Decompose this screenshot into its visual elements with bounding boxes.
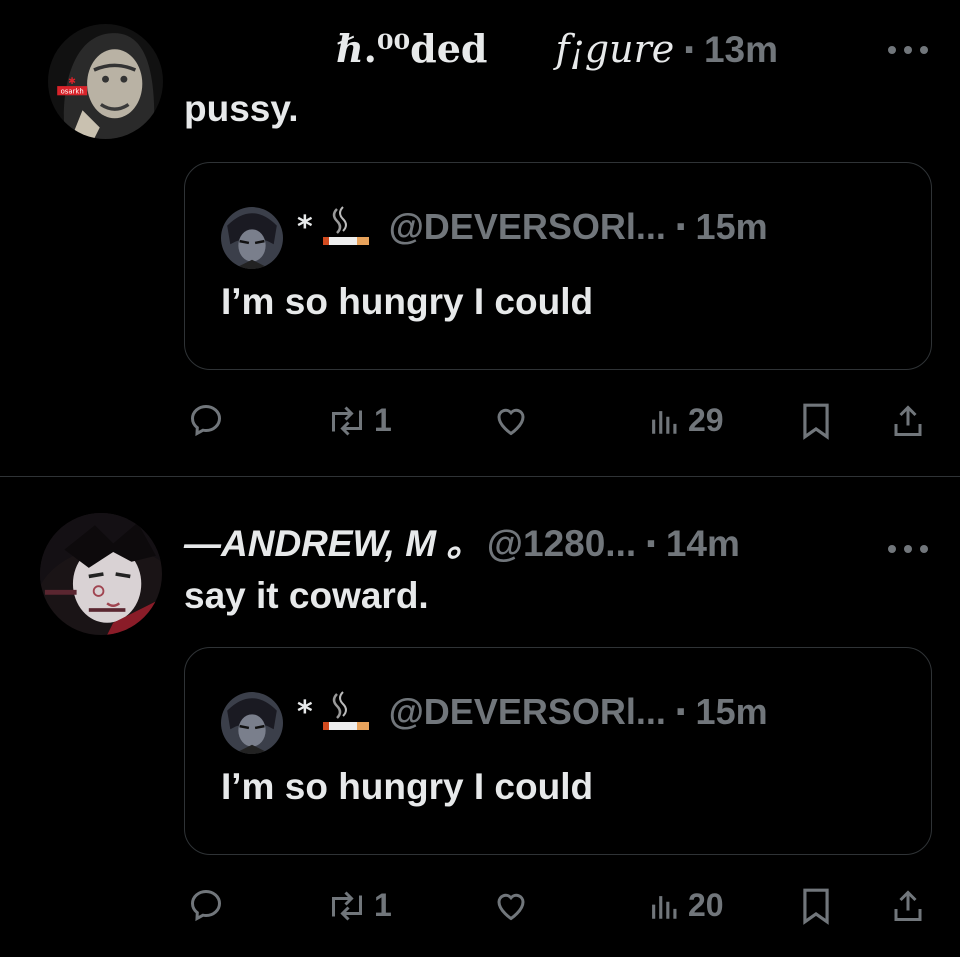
views-count: 20 <box>688 887 724 923</box>
separator-dot: · <box>673 206 688 248</box>
avatar[interactable] <box>40 513 162 635</box>
views-button[interactable]: 20 <box>648 887 724 924</box>
quoted-text: I’m so hungry I could <box>221 281 594 322</box>
separator-dot: · <box>673 691 688 733</box>
display-name[interactable]: —ANDREW, M ｡ <box>184 513 465 567</box>
bookmark-button[interactable] <box>800 402 832 440</box>
heart-icon <box>497 408 525 436</box>
post-1[interactable]: osarkh ✱ ℏ.⁰⁰ded f¡gure · 13m pussy. * @… <box>0 0 960 476</box>
action-bar: 1 20 <box>0 887 960 937</box>
quoted-name-prefix: * <box>297 694 313 730</box>
quoted-time[interactable]: 15m <box>696 206 768 248</box>
cigarette-emoji-icon <box>322 690 373 734</box>
quoted-header: * @DEVERSORl... · 15m <box>297 205 768 249</box>
share-icon <box>894 405 922 436</box>
repost-count: 1 <box>374 887 392 923</box>
reply-icon <box>190 404 222 437</box>
bookmark-icon <box>803 403 829 440</box>
display-name[interactable]: ℏ.⁰⁰ded <box>336 26 487 71</box>
repost-icon <box>332 405 362 436</box>
quoted-name-prefix: * <box>297 209 313 245</box>
quoted-time[interactable]: 15m <box>696 691 768 733</box>
quoted-avatar-image <box>221 692 283 754</box>
post-header: —ANDREW, M ｡ @1280... · 14m <box>184 513 740 567</box>
repost-count: 1 <box>374 402 392 438</box>
repost-icon <box>332 890 362 921</box>
views-icon <box>652 895 677 919</box>
separator-dot: · <box>682 30 696 71</box>
quoted-header: * @DEVERSORl... · 15m <box>297 690 768 734</box>
more-icon[interactable] <box>886 529 930 562</box>
hooded-figure-avatar-image: osarkh ✱ <box>48 24 163 139</box>
avatar-text: osarkh <box>61 88 84 96</box>
repost-button[interactable]: 1 <box>326 402 392 439</box>
quoted-avatar-image <box>221 207 283 269</box>
anime-character-avatar-image <box>40 513 162 635</box>
bookmark-button[interactable] <box>800 887 832 925</box>
like-button[interactable] <box>492 887 536 923</box>
svg-text:✱: ✱ <box>68 76 76 87</box>
reply-button[interactable] <box>188 887 230 923</box>
avatar[interactable]: osarkh ✱ <box>48 24 163 139</box>
quoted-avatar[interactable] <box>221 207 283 269</box>
reply-icon <box>190 889 222 922</box>
post-header: ℏ.⁰⁰ded f¡gure · 13m <box>336 26 778 71</box>
action-bar: 1 29 <box>0 402 960 452</box>
bookmark-icon <box>803 888 829 925</box>
post-time[interactable]: 14m <box>666 523 740 565</box>
separator-dot: · <box>644 524 658 565</box>
repost-button[interactable]: 1 <box>326 887 392 924</box>
share-icon <box>894 890 922 921</box>
views-button[interactable]: 29 <box>648 402 724 439</box>
quoted-post[interactable]: * @DEVERSORl... · 15m I’m so hungry I co… <box>184 647 932 855</box>
views-icon <box>652 410 677 434</box>
display-name-part-2[interactable]: f¡gure <box>555 27 674 71</box>
share-button[interactable] <box>890 887 926 925</box>
post-2[interactable]: —ANDREW, M ｡ @1280... · 14m say it cowar… <box>0 477 960 957</box>
share-button[interactable] <box>890 402 926 440</box>
quoted-text: I’m so hungry I could <box>221 766 594 807</box>
more-icon[interactable] <box>886 30 930 63</box>
quoted-handle[interactable]: @DEVERSORl... <box>389 206 666 248</box>
quoted-avatar[interactable] <box>221 692 283 754</box>
post-text: say it coward. <box>184 575 429 616</box>
post-text: pussy. <box>184 88 299 129</box>
like-button[interactable] <box>492 402 536 438</box>
quoted-handle[interactable]: @DEVERSORl... <box>389 691 666 733</box>
quoted-post[interactable]: * @DEVERSORl... · 15m I’m so hungry I co… <box>184 162 932 370</box>
cigarette-emoji-icon <box>322 205 373 249</box>
handle[interactable]: @1280... <box>487 523 636 565</box>
post-time[interactable]: 13m <box>704 29 778 71</box>
views-count: 29 <box>688 402 724 438</box>
reply-button[interactable] <box>188 402 230 438</box>
heart-icon <box>497 893 525 921</box>
